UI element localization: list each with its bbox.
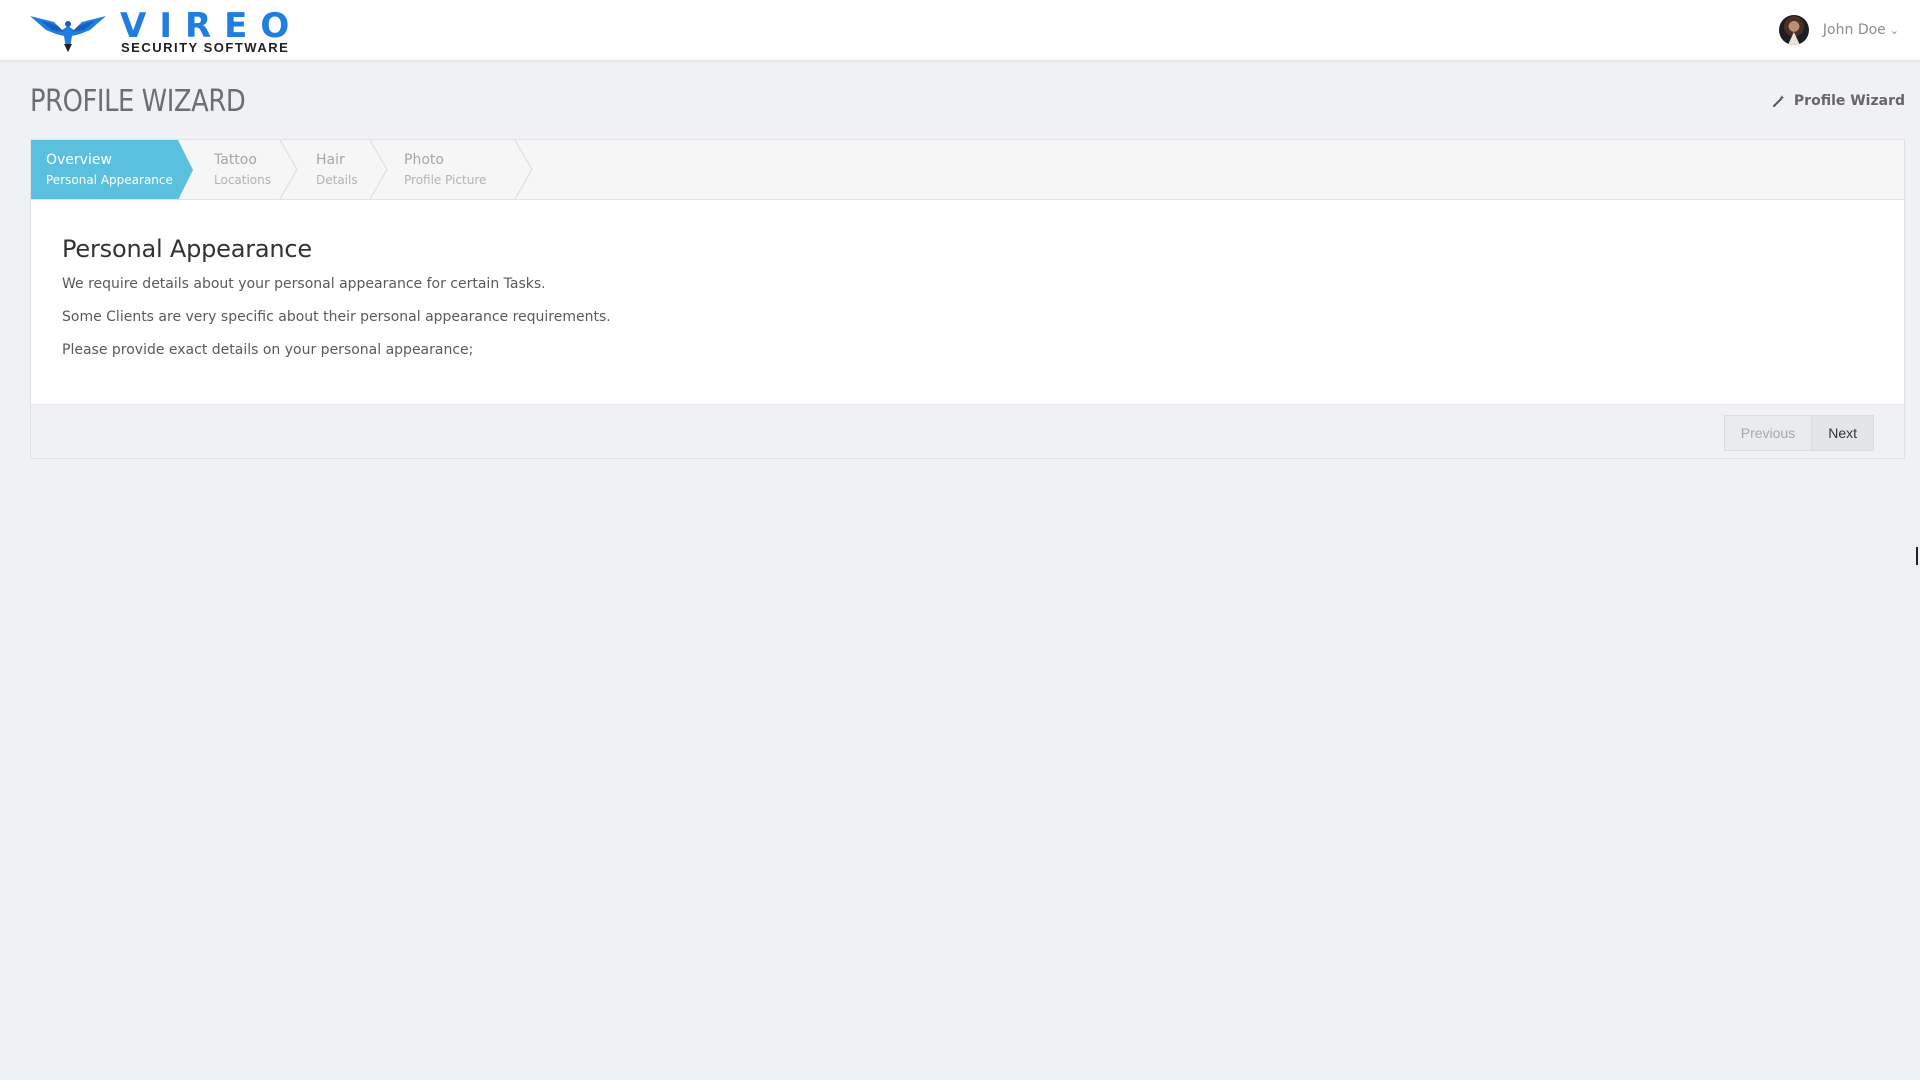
next-button[interactable]: Next [1812, 415, 1874, 451]
wizard-step-photo[interactable]: Photo Profile Picture [389, 140, 534, 199]
step-subtitle: Personal Appearance [46, 173, 173, 187]
description-paragraph: We require details about your personal a… [62, 276, 546, 292]
brand-tagline: SECURITY SOFTWARE [121, 40, 290, 55]
step-divider-icon [369, 140, 388, 199]
description-paragraph: Please provide exact details on your per… [62, 342, 474, 358]
previous-button[interactable]: Previous [1723, 415, 1813, 451]
wizard-nav-buttons: Previous Next [1723, 415, 1874, 451]
eagle-logo-icon [30, 16, 106, 52]
page-title: PROFILE WIZARD [30, 84, 246, 119]
wizard-content: Personal Appearance We require details a… [62, 235, 1862, 373]
user-name[interactable]: John Doe [1823, 22, 1886, 38]
chevron-down-icon[interactable]: ⌄ [1890, 24, 1899, 37]
step-divider-icon [514, 140, 533, 199]
wizard-steps: Overview Personal Appearance Tattoo Loca… [31, 140, 1904, 200]
step-divider-icon [279, 140, 298, 199]
top-header: VIREO SECURITY SOFTWARE John Doe ⌄ [0, 0, 1920, 61]
wizard-footer: Previous Next [31, 404, 1904, 458]
user-menu[interactable]: John Doe ⌄ [1778, 15, 1899, 45]
breadcrumb[interactable]: Profile Wizard [1772, 93, 1905, 109]
active-step-arrow [178, 140, 193, 200]
description-paragraph: Some Clients are very specific about the… [62, 309, 611, 325]
magic-wand-icon [1772, 95, 1785, 107]
breadcrumb-label[interactable]: Profile Wizard [1794, 93, 1905, 109]
wizard-step-overview[interactable]: Overview Personal Appearance [31, 140, 178, 199]
wizard-card: Overview Personal Appearance Tattoo Loca… [30, 139, 1905, 459]
step-title: Overview [46, 152, 112, 168]
avatar[interactable] [1778, 15, 1809, 45]
text-cursor-icon [1916, 547, 1918, 565]
brand-logo[interactable]: VIREO SECURITY SOFTWARE [28, 6, 289, 56]
section-heading: Personal Appearance [62, 235, 312, 263]
